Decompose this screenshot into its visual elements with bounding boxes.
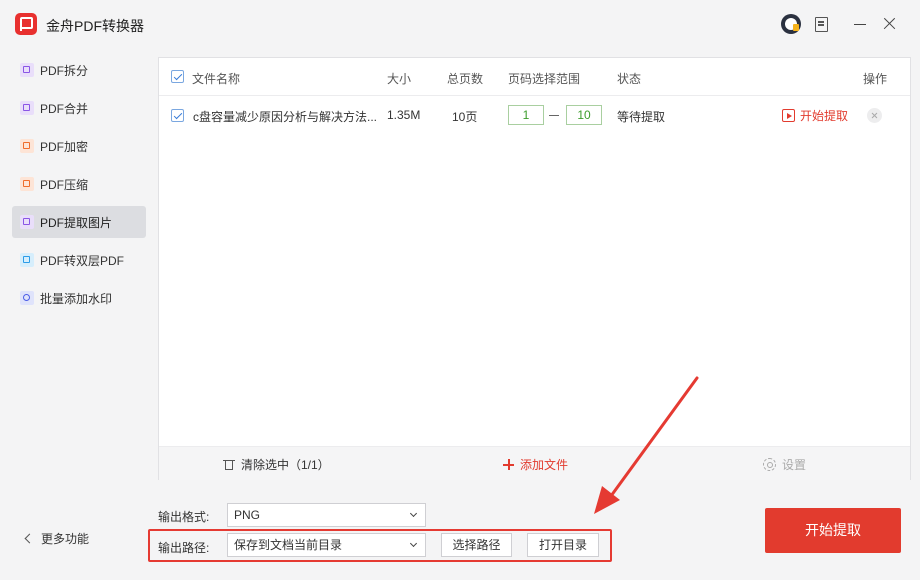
row-checkbox[interactable] — [171, 109, 184, 122]
sidebar-item-label: PDF加密 — [40, 139, 89, 154]
file-name: c盘容量减少原因分析与解决方法... — [193, 110, 378, 124]
play-icon — [782, 109, 795, 122]
output-format-select[interactable]: PNG — [227, 503, 426, 527]
start-extract-button[interactable]: 开始提取 — [765, 508, 901, 553]
image-icon — [20, 215, 34, 229]
sidebar-item-pdf-extract-images[interactable]: PDF提取图片 — [12, 206, 146, 238]
app-title: 金舟PDF转换器 — [46, 18, 144, 34]
app-logo-icon — [15, 13, 37, 35]
sidebar-item-pdf-merge[interactable]: PDF合并 — [12, 92, 146, 124]
file-table-panel: 文件名称 大小 总页数 页码选择范围 状态 操作 c盘容量减少原因分析与解决方法… — [158, 57, 911, 480]
sidebar-item-pdf-split[interactable]: PDF拆分 — [12, 54, 146, 86]
sidebar-item-label: PDF压缩 — [40, 177, 89, 192]
merge-icon — [20, 101, 34, 115]
split-icon — [20, 63, 34, 77]
header-pages: 总页数 — [447, 72, 484, 86]
user-icon[interactable] — [781, 14, 801, 34]
highlight-box — [148, 529, 612, 562]
gear-icon — [763, 458, 776, 471]
sidebar-item-label: PDF转双层PDF — [40, 253, 125, 268]
row-start-extract-button[interactable]: 开始提取 — [782, 107, 848, 124]
output-format-value: PNG — [234, 508, 261, 522]
sidebar-item-label: PDF拆分 — [40, 63, 89, 78]
header-status: 状态 — [617, 72, 642, 86]
remove-row-icon[interactable] — [867, 108, 882, 123]
add-file-button[interactable]: 添加文件 — [503, 456, 568, 473]
chevron-left-icon — [24, 533, 35, 544]
layers-icon — [20, 253, 34, 267]
chevron-down-icon — [409, 509, 418, 518]
file-status: 等待提取 — [617, 110, 666, 124]
clear-selected-button[interactable]: 清除选中（1/1） — [223, 456, 330, 473]
lock-icon — [20, 139, 34, 153]
file-pages: 10页 — [452, 110, 478, 124]
output-format-label: 输出格式: — [158, 510, 210, 524]
row-start-extract-label: 开始提取 — [800, 109, 849, 123]
plus-icon — [503, 459, 514, 470]
sidebar-item-pdf-encrypt[interactable]: PDF加密 — [12, 130, 146, 162]
file-size: 1.35M — [387, 108, 421, 122]
range-from-input[interactable]: 1 — [508, 105, 544, 125]
feedback-icon[interactable] — [812, 14, 832, 34]
title-bar: 金舟PDF转换器 — [0, 0, 920, 48]
sidebar-item-label: 批量添加水印 — [40, 291, 113, 306]
sidebar-item-watermark[interactable]: 批量添加水印 — [12, 282, 146, 314]
minimize-icon[interactable] — [851, 14, 871, 34]
sidebar-item-label: PDF提取图片 — [40, 215, 113, 230]
watermark-icon — [20, 291, 34, 305]
compress-icon — [20, 177, 34, 191]
select-all-checkbox[interactable] — [171, 70, 184, 83]
settings-label: 设置 — [782, 458, 807, 472]
sidebar-item-pdf-double-layer[interactable]: PDF转双层PDF — [12, 244, 146, 276]
header-name: 文件名称 — [192, 72, 241, 86]
more-functions-link[interactable]: 更多功能 — [24, 530, 90, 547]
range-separator — [549, 115, 559, 116]
range-to-input[interactable]: 10 — [566, 105, 602, 125]
close-icon[interactable] — [880, 14, 900, 34]
sidebar-item-pdf-compress[interactable]: PDF压缩 — [12, 168, 146, 200]
table-header: 文件名称 大小 总页数 页码选择范围 状态 操作 — [159, 58, 910, 96]
sidebar: PDF拆分 PDF合并 PDF加密 PDF压缩 PDF提取图片 PDF转双层PD… — [12, 54, 146, 320]
header-range: 页码选择范围 — [508, 72, 581, 86]
header-size: 大小 — [387, 72, 412, 86]
trash-icon — [223, 458, 235, 471]
header-action: 操作 — [863, 72, 888, 86]
sidebar-item-label: PDF合并 — [40, 101, 89, 116]
clear-selected-label: 清除选中（1/1） — [241, 458, 330, 472]
table-bottom-bar: 清除选中（1/1） 添加文件 设置 — [159, 446, 910, 480]
more-functions-label: 更多功能 — [41, 532, 90, 546]
settings-button[interactable]: 设置 — [763, 456, 806, 473]
add-file-label: 添加文件 — [520, 458, 569, 472]
